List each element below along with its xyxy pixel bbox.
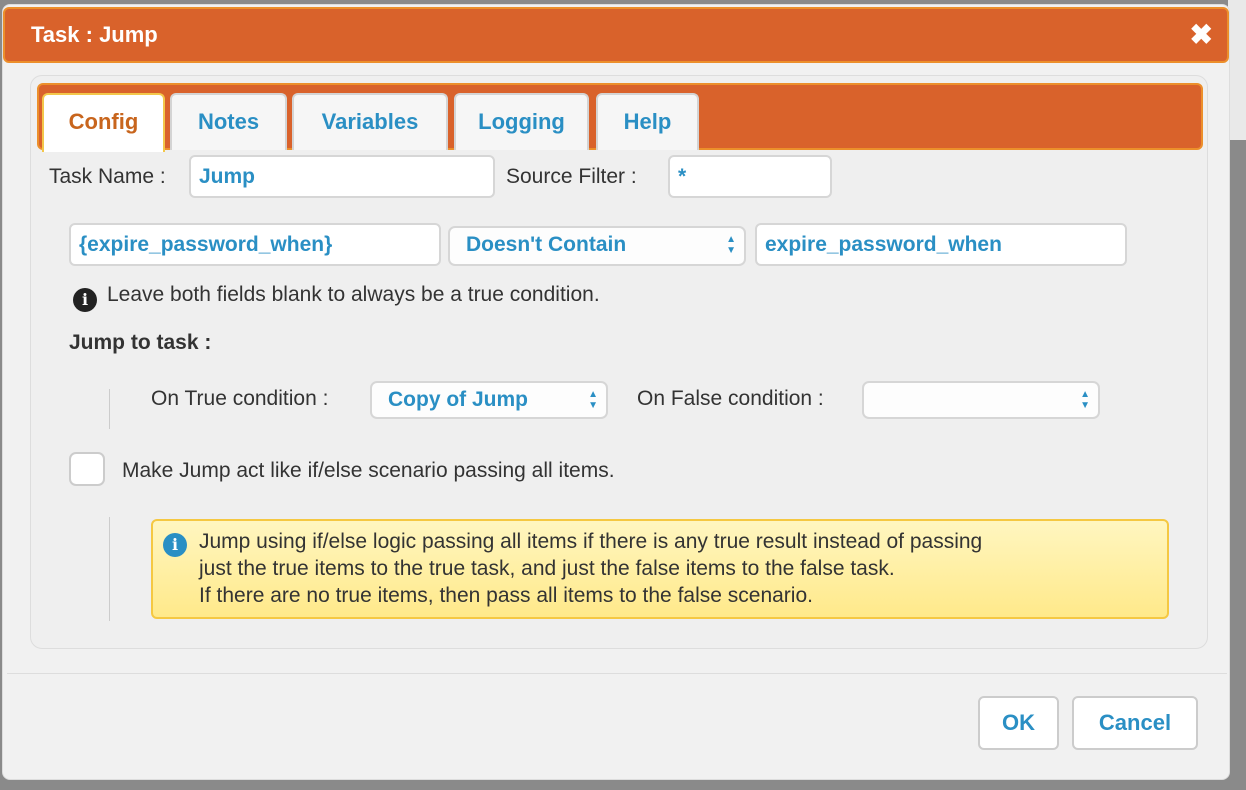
divider xyxy=(109,517,110,621)
tab-logging[interactable]: Logging xyxy=(454,93,589,150)
cancel-button[interactable]: Cancel xyxy=(1072,696,1198,750)
select-arrows-icon: ▲ ▼ xyxy=(726,234,736,256)
condition-hint: Leave both fields blank to always be a t… xyxy=(107,283,600,306)
ifelse-info-note: i Jump using if/else logic passing all i… xyxy=(151,519,1169,619)
task-dialog: Task : Jump ✖ Config Notes Variables Log… xyxy=(2,4,1230,780)
dialog-title: Task : Jump xyxy=(31,22,158,47)
close-icon[interactable]: ✖ xyxy=(1190,9,1213,61)
task-name-input[interactable]: Jump xyxy=(189,155,495,198)
info-icon: i xyxy=(163,533,187,557)
tab-help[interactable]: Help xyxy=(596,93,699,150)
source-filter-input[interactable]: * xyxy=(668,155,832,198)
select-arrows-icon: ▲ ▼ xyxy=(588,389,598,411)
ok-button[interactable]: OK xyxy=(978,696,1059,750)
on-true-label: On True condition : xyxy=(151,387,329,410)
source-filter-label: Source Filter : xyxy=(506,165,637,188)
condition-right-input[interactable]: expire_password_when xyxy=(755,223,1127,266)
condition-operator-value: Doesn't Contain xyxy=(466,233,627,256)
ifelse-label: Make Jump act like if/else scenario pass… xyxy=(122,459,615,482)
note-line: just the true items to the true task, an… xyxy=(199,557,895,580)
ifelse-checkbox[interactable] xyxy=(69,452,105,486)
jump-to-task-label: Jump to task : xyxy=(69,331,212,354)
background-page xyxy=(1228,0,1246,140)
on-true-select[interactable]: Copy of Jump ▲ ▼ xyxy=(370,381,608,419)
on-false-label: On False condition : xyxy=(637,387,824,410)
dialog-titlebar: Task : Jump ✖ xyxy=(3,7,1229,63)
task-name-label: Task Name : xyxy=(49,165,166,188)
tab-variables[interactable]: Variables xyxy=(292,93,448,150)
note-line: If there are no true items, then pass al… xyxy=(199,584,813,607)
divider xyxy=(109,389,110,429)
select-arrows-icon: ▲ ▼ xyxy=(1080,389,1090,411)
condition-left-input[interactable]: {expire_password_when} xyxy=(69,223,441,266)
condition-operator-select[interactable]: Doesn't Contain ▲ ▼ xyxy=(448,226,746,266)
info-icon: i xyxy=(73,288,97,312)
tab-bar: Config Notes Variables Logging Help xyxy=(37,83,1203,152)
on-true-value: Copy of Jump xyxy=(388,388,528,411)
tab-notes[interactable]: Notes xyxy=(170,93,287,150)
footer-divider xyxy=(7,673,1227,674)
note-line: Jump using if/else logic passing all ite… xyxy=(199,530,983,553)
on-false-select[interactable]: ▲ ▼ xyxy=(862,381,1100,419)
tab-config[interactable]: Config xyxy=(42,93,165,152)
